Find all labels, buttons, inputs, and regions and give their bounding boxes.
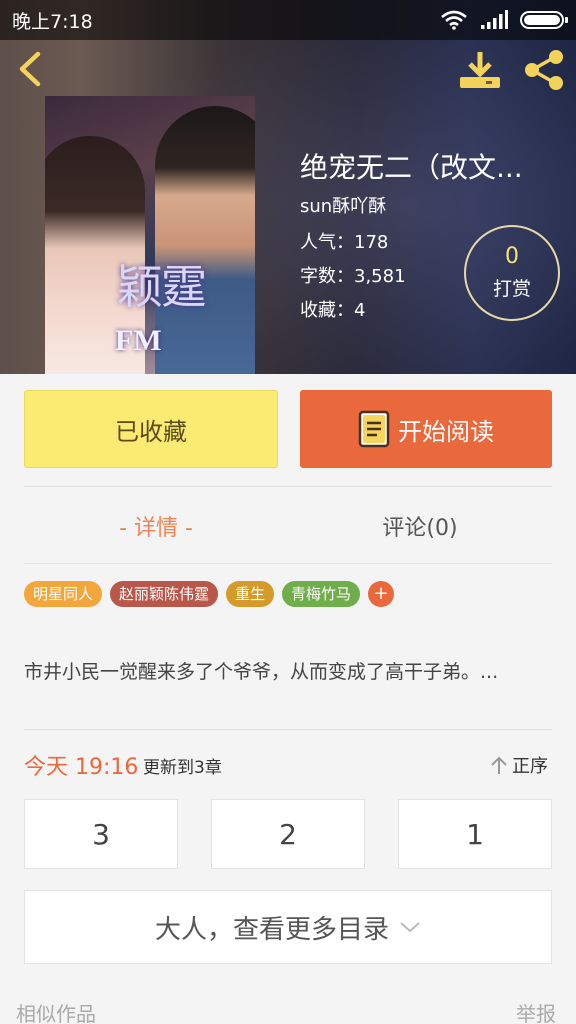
book-icon xyxy=(358,410,390,448)
tag-item[interactable]: 明星同人 xyxy=(24,581,103,607)
book-author[interactable]: sun酥吖酥 xyxy=(300,192,386,218)
book-popularity: 人气：178 xyxy=(300,232,389,253)
book-word-count: 字数：3,581 xyxy=(300,266,406,287)
tip-count: 0 xyxy=(505,244,519,270)
status-icons xyxy=(440,10,568,30)
tab-comments-label: 评论(0) xyxy=(382,516,458,541)
wifi-icon xyxy=(441,10,467,30)
tab-detail-label: - 详情 - xyxy=(119,516,193,541)
update-status: 更新到3章 xyxy=(143,758,222,778)
book-summary[interactable]: 市井小民一觉醒来多了个爷爷，从而变成了高干子弟。... xyxy=(24,658,534,686)
sort-order-button[interactable]: 正序 xyxy=(490,752,548,778)
favorited-label: 已收藏 xyxy=(115,417,187,446)
cover-logo-fm: FM xyxy=(115,324,162,357)
sort-order-label: 正序 xyxy=(512,756,548,777)
chapter-item[interactable]: 1 xyxy=(398,799,552,869)
more-catalog-button[interactable]: 大人，查看更多目录 xyxy=(24,890,552,964)
status-time: 晚上7:18 xyxy=(12,10,93,33)
report-button[interactable]: 举报 xyxy=(516,998,556,1024)
add-tag-button[interactable]: + xyxy=(368,581,395,607)
similar-works-heading: 相似作品 xyxy=(16,1002,96,1024)
status-bar: 晚上7:18 xyxy=(0,0,576,40)
book-cover: 颖霆 FM xyxy=(45,96,255,374)
back-icon[interactable] xyxy=(14,50,48,88)
chapter-item[interactable]: 2 xyxy=(211,799,365,869)
share-icon[interactable] xyxy=(522,48,566,92)
signal-icon xyxy=(481,10,508,29)
tab-comments[interactable]: 评论(0) xyxy=(288,500,552,552)
divider xyxy=(24,486,552,487)
cover-logo-text: 颖霆 xyxy=(117,260,207,314)
tag-item[interactable]: 青梅竹马 xyxy=(282,581,361,607)
tag-list: 明星同人 赵丽颖陈伟霆 重生 青梅竹马 + xyxy=(24,581,395,607)
cover-figure-right xyxy=(155,106,255,374)
divider xyxy=(24,729,552,730)
start-reading-label: 开始阅读 xyxy=(398,417,494,446)
battery-icon xyxy=(520,11,568,29)
book-header: 晚上7:18 颖霆 FM 绝宠无二（改文... sun酥吖酥 人气：178 字数… xyxy=(0,0,576,374)
tip-label: 打赏 xyxy=(492,277,531,300)
tab-detail[interactable]: - 详情 - xyxy=(24,500,288,552)
download-icon[interactable] xyxy=(458,50,502,90)
tip-button[interactable]: 0 打赏 xyxy=(464,225,560,321)
tag-item[interactable]: 赵丽颖陈伟霆 xyxy=(110,581,219,607)
book-title: 绝宠无二（改文... xyxy=(300,151,523,184)
divider xyxy=(24,563,552,564)
start-reading-button[interactable]: 开始阅读 xyxy=(300,390,552,468)
more-catalog-label: 大人，查看更多目录 xyxy=(154,914,389,945)
arrow-up-icon xyxy=(491,756,507,774)
chevron-down-icon xyxy=(400,922,420,933)
update-time: 今天 19:16 xyxy=(24,755,139,780)
favorited-button[interactable]: 已收藏 xyxy=(24,390,278,468)
tag-item[interactable]: 重生 xyxy=(226,581,275,607)
book-favorites: 收藏：4 xyxy=(300,300,366,321)
chapter-item[interactable]: 3 xyxy=(24,799,178,869)
